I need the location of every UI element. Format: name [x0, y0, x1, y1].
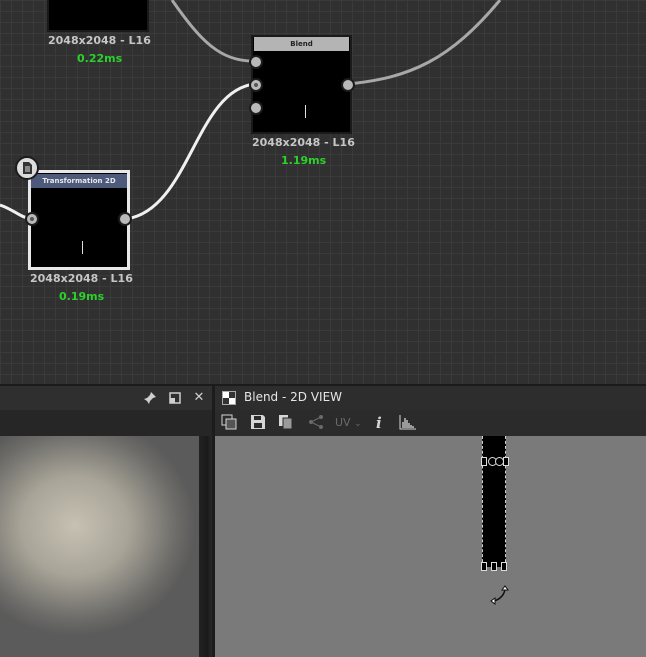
gizmo-handle-left[interactable]: [481, 457, 487, 466]
checker-icon: [222, 391, 236, 405]
chevron-down-icon: ⌄: [354, 419, 362, 429]
left-3d-viewport[interactable]: [0, 436, 212, 657]
share-icon: [308, 414, 324, 432]
view-mode-icon[interactable]: [221, 414, 237, 432]
blend-input-port-2[interactable]: [249, 78, 263, 92]
node-blend-time: 1.19ms: [281, 154, 327, 167]
2d-view-header: Blend - 2D VIEW: [215, 386, 646, 410]
transformation-input-port[interactable]: [25, 212, 39, 226]
node-transformation-resolution: 2048x2048 - L16: [30, 272, 133, 285]
node-blend-preview: [305, 105, 306, 118]
blend-input-port-1[interactable]: [249, 55, 263, 69]
left-panel-header: ✕: [0, 386, 212, 410]
node-top-resolution: 2048x2048 - L16: [48, 34, 151, 47]
node-transformation-time: 0.19ms: [59, 290, 105, 303]
node-top-time: 0.22ms: [77, 52, 123, 65]
save-icon[interactable]: [250, 414, 266, 432]
node-graph[interactable]: 2048x2048 - L16 0.22ms Blend 2048x2048 -…: [0, 0, 646, 384]
node-top[interactable]: [47, 0, 149, 32]
restore-window-icon[interactable]: [167, 390, 183, 406]
node-blend-resolution: 2048x2048 - L16: [252, 136, 355, 149]
rotate-cursor-icon: [489, 584, 509, 605]
pin-icon[interactable]: [142, 390, 158, 406]
node-transformation-title: Transformation 2D: [31, 174, 127, 188]
left-view-panel: ✕: [0, 386, 212, 657]
node-blend[interactable]: Blend: [251, 35, 352, 134]
gizmo-corner-bottom-left[interactable]: [481, 562, 487, 571]
node-document-icon[interactable]: [15, 156, 39, 180]
copy-icon[interactable]: [278, 414, 294, 432]
blend-output-port[interactable]: [341, 78, 355, 92]
left-panel-toolbar: [0, 410, 212, 437]
2d-view-toolbar: UV ⌄ i: [215, 410, 646, 437]
blend-input-port-3[interactable]: [249, 101, 263, 115]
transformation-output-port[interactable]: [118, 212, 132, 226]
gizmo-corner-bottom-mid[interactable]: [491, 562, 497, 571]
wire-transform-to-blend: [125, 82, 256, 221]
transform-gizmo-box[interactable]: [481, 436, 509, 571]
2d-view-panel: Blend - 2D VIEW UV ⌄ i: [215, 386, 646, 657]
document-icon: [23, 162, 32, 174]
close-icon[interactable]: ✕: [191, 390, 207, 406]
node-blend-title: Blend: [254, 37, 349, 51]
node-top-thumbnail: [47, 0, 149, 32]
wire-blend-out: [347, 0, 502, 86]
2d-view-title: Blend - 2D VIEW: [244, 390, 343, 404]
uv-dropdown: UV ⌄: [335, 414, 362, 432]
info-icon[interactable]: i: [376, 414, 382, 432]
node-transformation-preview: [82, 241, 83, 254]
viewport-object-edge: [199, 436, 212, 657]
histogram-icon[interactable]: [399, 414, 417, 432]
gizmo-corner-bottom-right[interactable]: [501, 562, 507, 571]
uv-label: UV: [335, 416, 351, 429]
wire-top-to-blend: [170, 0, 256, 63]
2d-viewport[interactable]: [215, 436, 646, 657]
gizmo-handle-right[interactable]: [503, 457, 509, 466]
node-transformation-2d[interactable]: Transformation 2D: [28, 170, 130, 270]
